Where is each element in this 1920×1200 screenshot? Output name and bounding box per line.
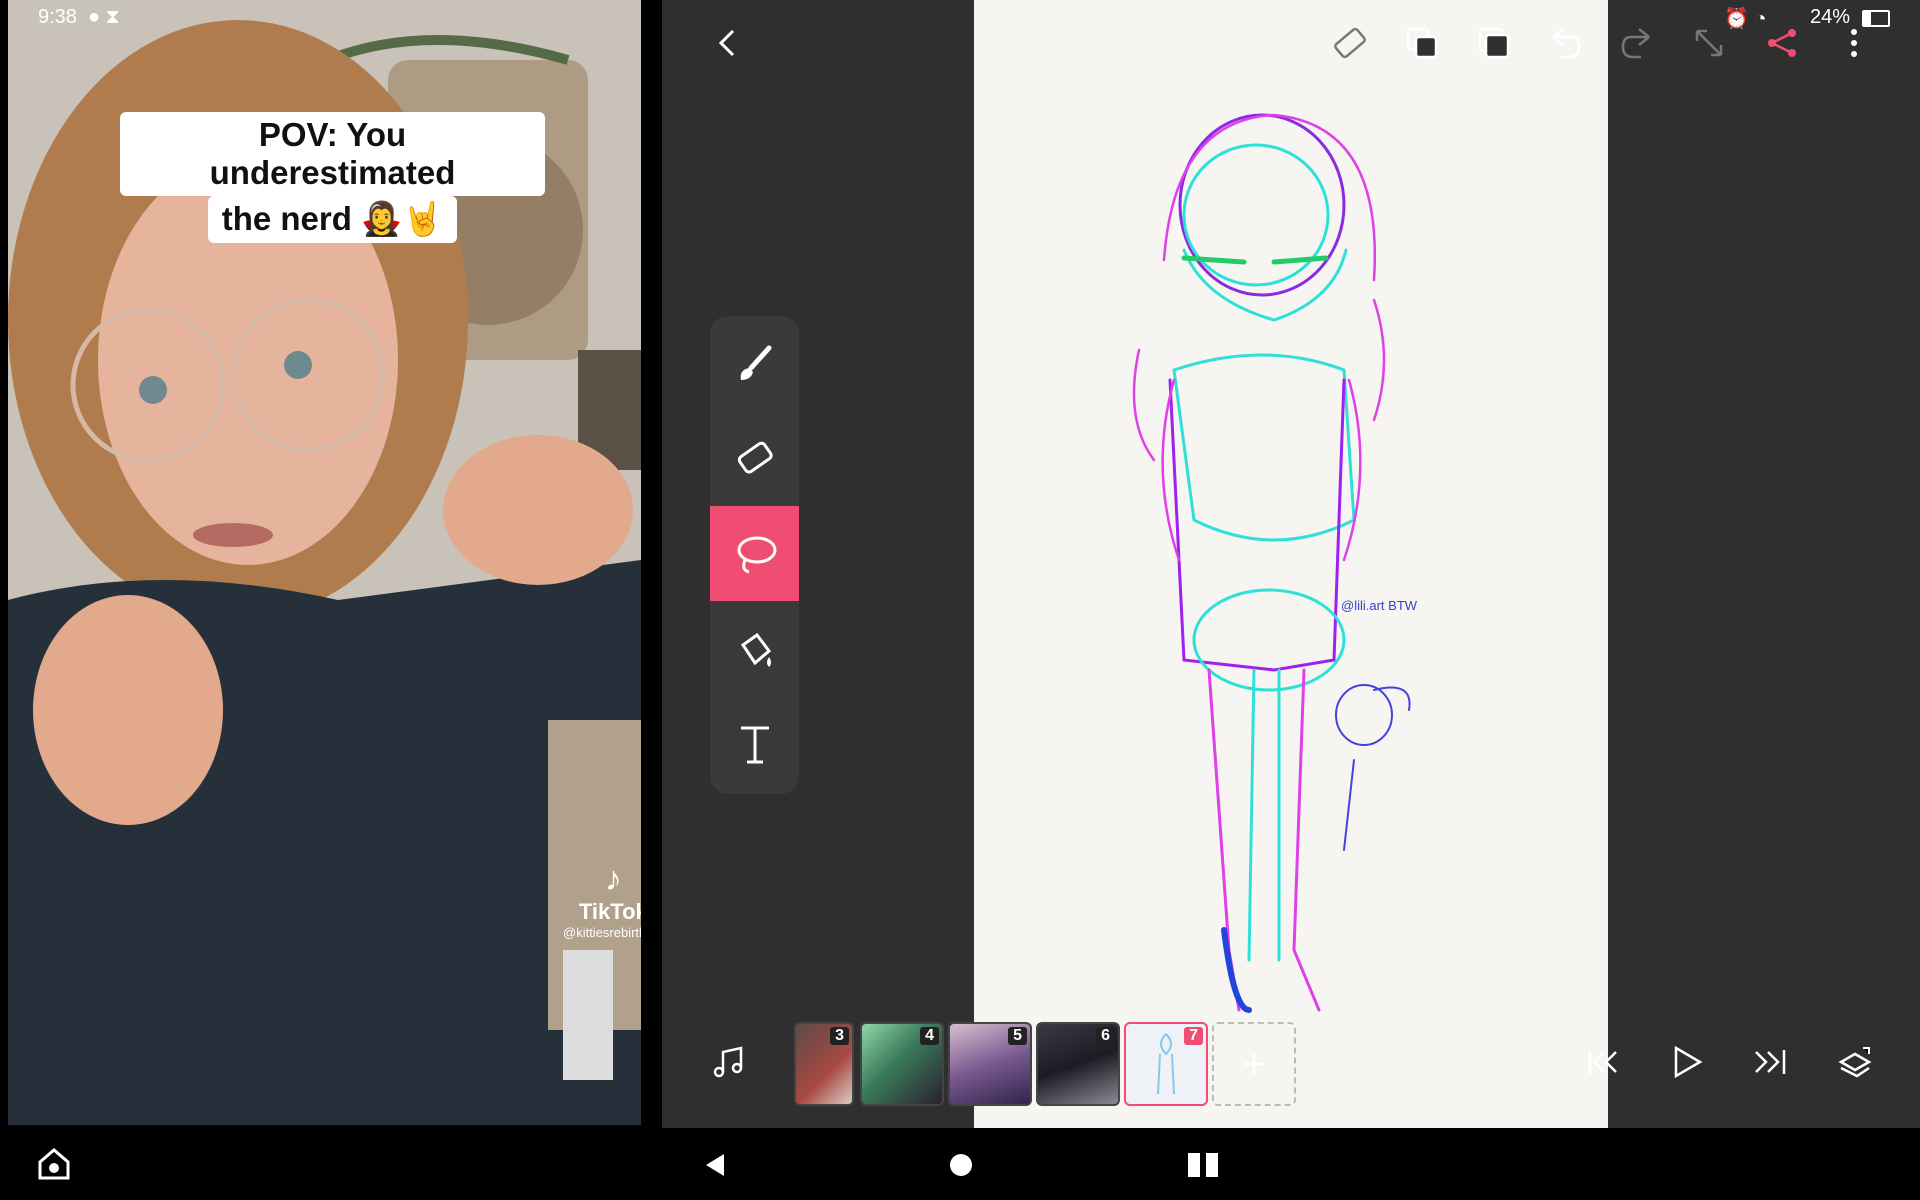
- eraser-icon: [737, 441, 773, 474]
- next-frame-icon[interactable]: [1745, 1037, 1795, 1087]
- layers-icon[interactable]: [1469, 18, 1519, 68]
- play-icon[interactable]: [1661, 1037, 1711, 1087]
- frame-number: 3: [830, 1027, 849, 1045]
- nav-recents-icon[interactable]: [1186, 1150, 1220, 1185]
- add-frame-button[interactable]: [1212, 1022, 1296, 1106]
- nav-home-icon[interactable]: [946, 1150, 976, 1185]
- frame-number: 4: [920, 1027, 939, 1045]
- music-icon[interactable]: [704, 1037, 754, 1087]
- caption-line-1: POV: You underestimated: [120, 112, 545, 196]
- lasso-icon: [737, 536, 776, 573]
- tiktok-brand: TikTok: [578, 899, 641, 924]
- frame-thumbnail-selected[interactable]: 7: [1124, 1022, 1208, 1106]
- frame-thumbnail[interactable]: 5: [948, 1022, 1032, 1106]
- plus-icon: [1244, 1054, 1264, 1074]
- skip-to-start-icon[interactable]: [1577, 1037, 1627, 1087]
- fill-tool[interactable]: [710, 601, 799, 696]
- frame-thumbnail[interactable]: 4: [860, 1022, 944, 1106]
- video-frame[interactable]: 9:38 ● ⧗ POV: You underestimated the ner…: [8, 0, 641, 1125]
- video-caption: POV: You underestimated the nerd 🧛‍♀️🤘: [120, 112, 545, 243]
- brush-icon: [740, 345, 771, 380]
- frame-number: 7: [1184, 1027, 1203, 1045]
- text-tool[interactable]: [710, 696, 799, 791]
- onion-skin-icon[interactable]: [1830, 1037, 1880, 1087]
- status-time: 9:38: [38, 6, 77, 28]
- ruler-icon[interactable]: [1325, 18, 1375, 68]
- undo-icon[interactable]: [1540, 18, 1590, 68]
- video-pane[interactable]: 9:38 ● ⧗ POV: You underestimated the ner…: [0, 0, 652, 1128]
- status-system-icons: ⏰ ◔: [1724, 8, 1767, 30]
- back-icon[interactable]: [703, 18, 753, 68]
- lasso-tool[interactable]: [710, 506, 799, 601]
- home-app-icon[interactable]: [36, 1146, 72, 1187]
- text-icon: [740, 726, 769, 763]
- tool-panel: [710, 316, 799, 794]
- tiktok-watermark: ♪ TikTok @kittiesrebirthing: [563, 860, 641, 940]
- frame-number: 5: [1008, 1027, 1027, 1045]
- redo-icon[interactable]: [1612, 18, 1662, 68]
- canvas-signature: @lili.art BTW: [1341, 598, 1418, 613]
- sketch-drawing: @lili.art BTW: [1132, 113, 1418, 1013]
- status-notification-icons: ● ⧗: [88, 6, 120, 28]
- copy-layer-icon[interactable]: [1397, 18, 1447, 68]
- caption-line-2: the nerd 🧛‍♀️🤘: [207, 196, 458, 243]
- frame-number: 6: [1096, 1027, 1115, 1045]
- brush-tool[interactable]: [710, 316, 799, 411]
- eraser-tool[interactable]: [710, 411, 799, 506]
- drawing-canvas[interactable]: @lili.art BTW: [974, 0, 1608, 1128]
- frame-thumbnail[interactable]: 6: [1036, 1022, 1120, 1106]
- battery-level: 24%: [1810, 6, 1851, 28]
- tiktok-logo-icon: ♪: [604, 860, 622, 898]
- frame-thumbnail[interactable]: 3: [794, 1022, 854, 1106]
- fill-bucket-icon: [740, 632, 771, 667]
- battery-icon: [1862, 10, 1890, 27]
- tiktok-handle: @kittiesrebirthing: [563, 925, 641, 940]
- nav-back-icon[interactable]: [700, 1150, 730, 1185]
